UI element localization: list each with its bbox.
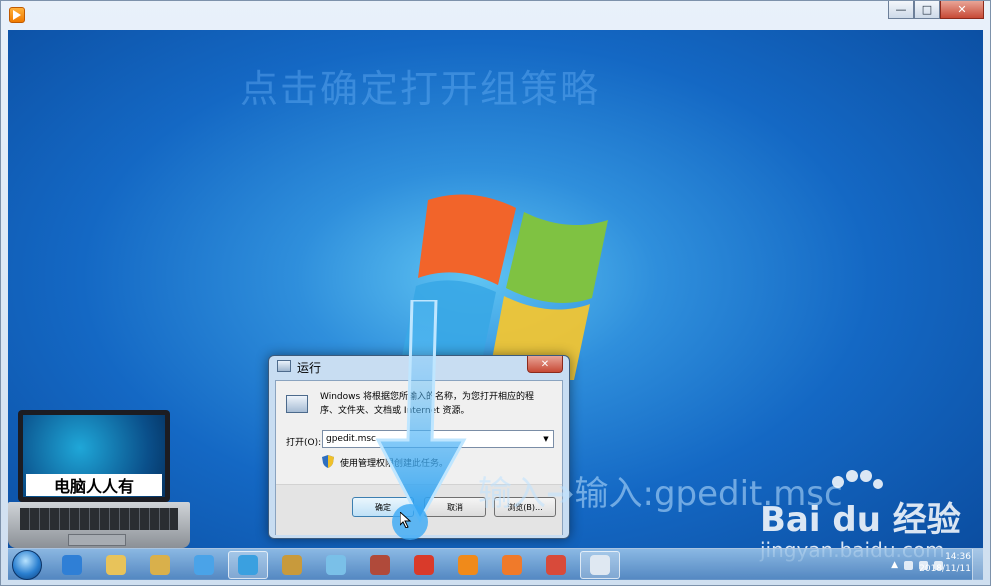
taskbar-item-folder[interactable] — [96, 551, 136, 579]
laptop-keyboard — [8, 502, 190, 548]
media-player-icon — [458, 555, 478, 575]
run-icon — [277, 360, 291, 372]
toolbox-icon — [546, 555, 566, 575]
taskbar-item-qq[interactable] — [184, 551, 224, 579]
mouse-cursor-icon — [400, 512, 412, 528]
taskbar-item-pinwheel[interactable] — [316, 551, 356, 579]
taskbar-item-run[interactable] — [580, 551, 620, 579]
browser-icon — [238, 555, 258, 575]
run-dialog-title: 运行 — [297, 361, 322, 375]
media-player-icon — [9, 7, 25, 23]
baidu-watermark: Bai du 经验 — [760, 500, 961, 540]
taskbar-item-fox[interactable] — [492, 551, 532, 579]
start-button[interactable] — [12, 550, 42, 580]
taskbar-item-file-manager[interactable] — [140, 551, 180, 579]
taskbar-item-ie[interactable] — [52, 551, 92, 579]
clock[interactable]: 14:36 2018/11/11 — [919, 551, 971, 575]
tray-expand-icon[interactable]: ▲ — [891, 560, 898, 570]
close-button[interactable]: ✕ — [940, 1, 984, 19]
paint-icon — [282, 555, 302, 575]
clock-time: 14:36 — [945, 552, 971, 562]
uac-shield-icon — [322, 455, 334, 468]
file-manager-icon — [150, 555, 170, 575]
window-controls: — □ ✕ — [888, 1, 984, 21]
minimize-button[interactable]: — — [888, 1, 914, 19]
run-icon — [590, 555, 610, 575]
taskbar-item-paint[interactable] — [272, 551, 312, 579]
clock-date: 2018/11/11 — [919, 564, 971, 574]
taskbar-item-toolbox[interactable] — [536, 551, 576, 579]
caption-top: 点击确定打开组策略 — [240, 67, 601, 111]
show-desktop-button[interactable] — [972, 549, 983, 580]
taskbar-item-chess[interactable] — [404, 551, 444, 579]
run-program-icon — [286, 395, 308, 413]
fox-icon — [502, 555, 522, 575]
taskbar: ▲ 14:36 2018/11/11 — [8, 548, 983, 580]
ie-icon — [62, 555, 82, 575]
desktop: 点击确定打开组策略 电脑人人有 运行 ✕ Windows 将根据您所输入的名称，… — [8, 30, 983, 579]
maximize-button[interactable]: □ — [914, 1, 940, 19]
taskbar-item-browser[interactable] — [228, 551, 268, 579]
laptop-screen: 电脑人人有 — [18, 410, 170, 502]
pointer-arrow-icon — [375, 300, 467, 540]
folder-icon — [106, 555, 126, 575]
laptop-label: 电脑人人有 — [26, 474, 162, 496]
chess-icon — [414, 555, 434, 575]
run-close-button[interactable]: ✕ — [527, 356, 563, 373]
open-label: 打开(O): — [286, 438, 322, 448]
qq-icon — [194, 555, 214, 575]
tools-icon — [370, 555, 390, 575]
tray-app-icon[interactable] — [904, 560, 913, 570]
taskbar-item-media-player[interactable] — [448, 551, 488, 579]
taskbar-item-tools[interactable] — [360, 551, 400, 579]
laptop-logo: 电脑人人有 — [8, 404, 190, 552]
title-bar[interactable]: — □ ✕ — [1, 1, 990, 29]
pinwheel-icon — [326, 555, 346, 575]
chevron-down-icon[interactable]: ▼ — [541, 431, 551, 447]
